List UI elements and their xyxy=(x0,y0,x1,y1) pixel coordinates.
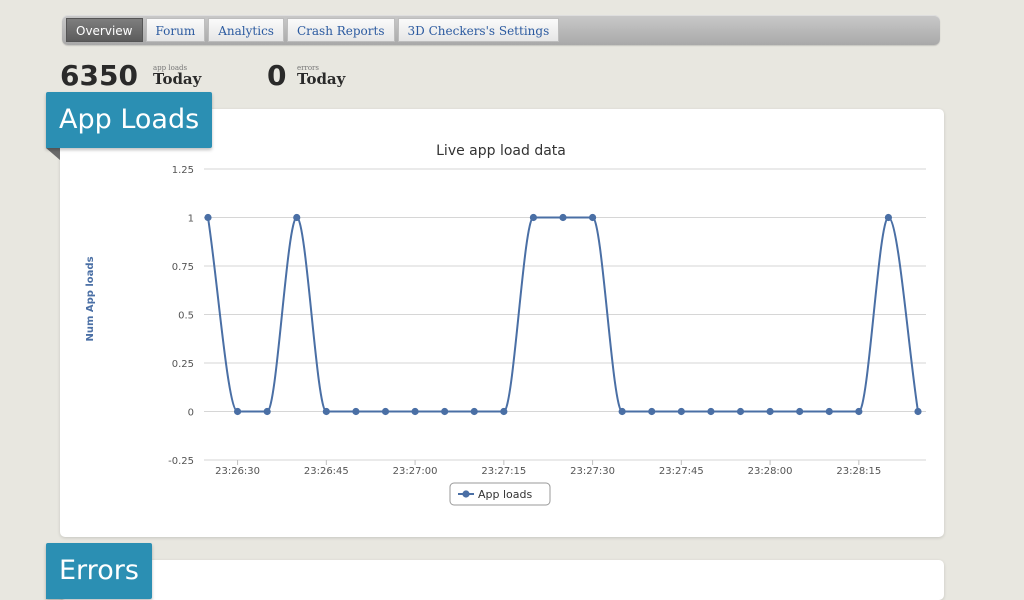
data-point xyxy=(914,407,922,416)
data-point xyxy=(825,407,833,416)
tab-analytics[interactable]: Analytics xyxy=(208,18,284,42)
x-tick-label: 23:28:00 xyxy=(748,466,793,477)
x-tick-label: 23:26:30 xyxy=(215,466,260,477)
y-tick-label: 0 xyxy=(188,408,194,419)
errors-stat: 0 errors Today xyxy=(267,60,367,92)
data-point xyxy=(233,407,242,416)
legend-label-app-loads: App loads xyxy=(478,488,532,501)
data-point xyxy=(677,407,685,416)
data-point xyxy=(766,407,774,416)
data-point xyxy=(736,407,745,416)
ribbon-fold xyxy=(46,148,60,160)
tab-list: Overview Forum Analytics Crash Reports 3D Ch… xyxy=(66,18,562,42)
data-point xyxy=(588,213,597,222)
app-loads-panel: Live app load data Num App loads 1.25 1 0.75… xyxy=(60,109,944,537)
y-tick-label: 1.25 xyxy=(172,165,194,176)
nav-tab-bar: Overview Forum Analytics Crash Reports 3D Ch… xyxy=(62,15,940,45)
data-point xyxy=(411,407,419,416)
app-loads-count: 6350 xyxy=(60,59,138,92)
app-loads-chart: Live app load data Num App loads 1.25 1 0.75… xyxy=(85,143,926,506)
x-tick-label: 23:26:45 xyxy=(304,466,349,477)
data-point xyxy=(796,407,804,416)
data-point xyxy=(648,407,656,416)
data-point xyxy=(352,407,360,416)
errors-panel xyxy=(60,560,944,600)
data-point xyxy=(293,213,301,222)
y-tick-label: 1 xyxy=(188,214,194,225)
y-tick-label: 0.75 xyxy=(172,262,194,273)
x-tick-label: 23:28:15 xyxy=(836,466,881,477)
chart-title: Live app load data xyxy=(436,143,566,159)
legend-point-marker xyxy=(462,490,470,498)
y-tick-label: 0.5 xyxy=(178,311,194,322)
tab-crash-reports[interactable]: Crash Reports xyxy=(286,18,395,42)
x-tick-label: 23:27:45 xyxy=(659,466,704,477)
app-loads-heading: App Loads xyxy=(46,92,213,148)
data-point xyxy=(322,407,330,416)
errors-heading: Errors xyxy=(46,543,152,599)
y-axis-label: Num App loads xyxy=(85,256,96,341)
errors-period: Today xyxy=(297,70,346,88)
data-point xyxy=(884,213,893,222)
data-point xyxy=(441,407,449,416)
tab-overview[interactable]: Overview xyxy=(66,18,143,42)
data-point xyxy=(855,407,863,416)
app-loads-period: Today xyxy=(153,70,202,88)
data-point xyxy=(707,407,715,416)
tab-forum[interactable]: Forum xyxy=(145,18,206,42)
tab-3d-checkers-s-settings[interactable]: 3D Checkers's Settings xyxy=(397,18,560,42)
data-point xyxy=(470,407,478,416)
data-point xyxy=(529,213,538,222)
data-point xyxy=(381,407,390,416)
x-tick-label: 23:27:00 xyxy=(393,466,438,477)
y-tick-label: -0.25 xyxy=(168,456,194,467)
x-tick-label: 23:27:15 xyxy=(481,466,526,477)
x-tick-label: 23:27:30 xyxy=(570,466,615,477)
data-point xyxy=(618,407,626,416)
data-point xyxy=(263,407,271,416)
y-tick-label: 0.25 xyxy=(172,359,194,370)
app-loads-stat: 6350 app loads Today xyxy=(60,60,220,92)
errors-count: 0 xyxy=(267,59,287,92)
data-point xyxy=(204,213,212,222)
data-point xyxy=(500,407,508,416)
data-point xyxy=(559,213,567,222)
